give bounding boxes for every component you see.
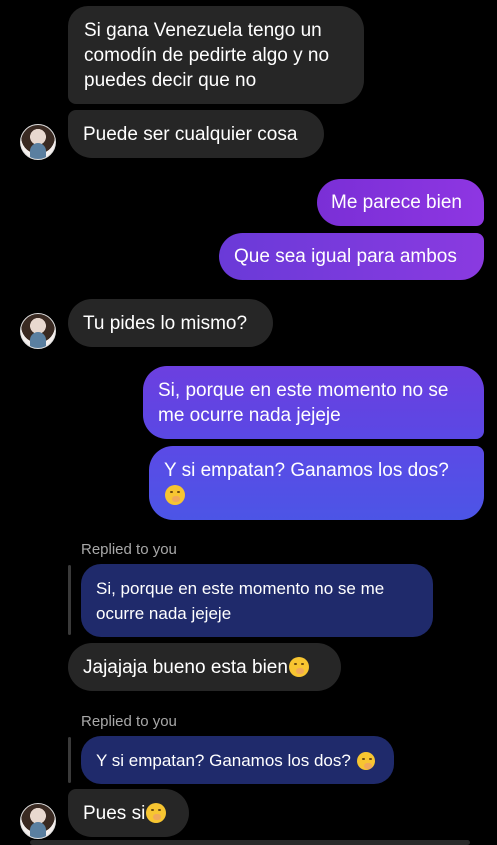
outgoing-message[interactable]: Y si empatan? Ganamos los dos? xyxy=(149,446,484,520)
message-text: Pues si xyxy=(83,803,146,824)
message-text: Que sea igual para ambos xyxy=(234,246,457,267)
hand-over-mouth-emoji-icon xyxy=(356,752,375,770)
incoming-message[interactable]: Jajajaja bueno esta bien xyxy=(68,643,341,691)
message-text: Puede ser cualquier cosa xyxy=(83,124,298,145)
incoming-message[interactable]: Pues si xyxy=(68,789,189,837)
message-text: Tu pides lo mismo? xyxy=(83,313,248,334)
message-line: Y si empatan? Ganamos los dos? xyxy=(164,460,449,481)
outgoing-message[interactable]: Me parece bien xyxy=(317,179,484,226)
outgoing-message[interactable]: Que sea igual para ambos xyxy=(219,233,484,280)
quote-line: Si, porque en este momento no se me xyxy=(96,579,385,598)
message-line: Si gana Venezuela tengo un xyxy=(84,20,322,41)
reply-quote[interactable]: Y si empatan? Ganamos los dos? xyxy=(81,736,394,784)
quote-line: ocurre nada jejeje xyxy=(96,604,232,623)
message-line: puedes decir que no xyxy=(84,70,257,91)
replied-to-label: Replied to you xyxy=(81,713,177,730)
contact-avatar[interactable] xyxy=(20,803,56,839)
message-line: Si, porque en este momento no se xyxy=(158,380,449,401)
reply-quote[interactable]: Si, porque en este momento no se me ocur… xyxy=(81,564,433,637)
message-text: Me parece bien xyxy=(331,192,462,213)
message-line: me ocurre nada jejeje xyxy=(158,405,341,426)
incoming-message[interactable]: Puede ser cualquier cosa xyxy=(68,110,324,158)
contact-avatar[interactable] xyxy=(20,313,56,349)
hand-over-mouth-emoji-icon xyxy=(146,803,167,823)
contact-avatar[interactable] xyxy=(20,124,56,160)
outgoing-message[interactable]: Si, porque en este momento no se me ocur… xyxy=(143,366,484,439)
hand-over-mouth-emoji-icon xyxy=(165,485,185,505)
quote-text: Y si empatan? Ganamos los dos? xyxy=(96,751,351,770)
reply-quote-bar xyxy=(68,565,71,635)
message-line: comodín de pedirte algo y no xyxy=(84,45,330,66)
incoming-message[interactable]: Tu pides lo mismo? xyxy=(68,299,273,347)
message-text: Jajajaja bueno esta bien xyxy=(83,657,288,678)
replied-to-label: Replied to you xyxy=(81,541,177,558)
incoming-message[interactable]: Si gana Venezuela tengo un comodín de pe… xyxy=(68,6,364,104)
hand-over-mouth-emoji-icon xyxy=(288,657,309,677)
reply-quote-bar xyxy=(68,737,71,783)
composer-edge xyxy=(30,840,470,845)
